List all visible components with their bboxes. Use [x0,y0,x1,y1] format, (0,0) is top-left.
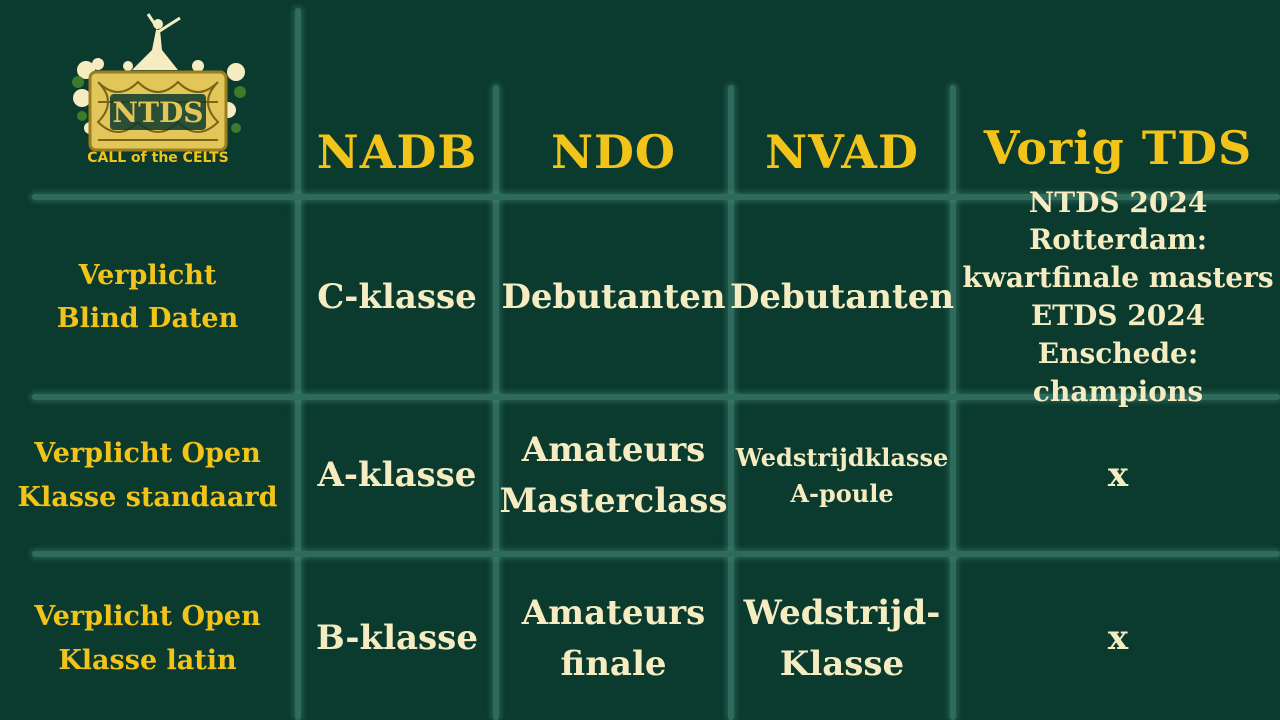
cell-text: A-poule [790,478,894,508]
header-nadb: NADB [301,110,493,194]
cell-r3-vorig-tds: x [956,557,1280,720]
header-ndo: NDO [499,110,728,194]
cell-text: Masterclass [499,480,728,521]
cell-text: Amateurs [521,592,706,633]
logo-caption: CALL of the CELTS [87,150,229,166]
cell-text: NTDS 2024 Rotterdam: [1028,185,1208,257]
cell-text: B-klasse [316,618,478,658]
cell-r2-nadb: A-klasse [301,400,493,551]
cell-text: Debutanten [729,276,955,317]
cell-text: x [1107,618,1129,658]
cell-r2-nvad: Wedstrijdklasse A-poule [734,400,950,551]
cell-text: x [1107,455,1129,495]
cell-text: finale [560,643,667,684]
cell-r2-ndo: Amateurs Masterclass [499,400,728,551]
header-label: Vorig TDS [983,121,1253,175]
cell-r1-vorig-tds: NTDS 2024 Rotterdam: kwartfinale masters… [956,186,1280,408]
cell-text: A-klasse [317,455,477,495]
cell-r1-ndo: Debutanten [499,200,728,394]
cell-r3-nadb: B-klasse [301,557,493,720]
cell-r1-nvad: Debutanten [730,200,954,394]
row-label-open-latin: Verplicht Open Klasse latin [0,557,295,720]
row-label-blind-daten: Verplicht Blind Daten [0,200,295,394]
cell-text: Wedstrijd- [743,592,941,633]
cell-r3-nvad: Wedstrijd- Klasse [734,557,950,720]
header-label: NDO [550,125,676,179]
row-label-line: Blind Daten [56,303,239,334]
cell-text: kwartfinale masters [962,261,1274,295]
cell-r3-ndo: Amateurs finale [499,557,728,720]
header-vorig-tds: Vorig TDS [956,106,1280,190]
row-label-line: Verplicht [78,259,217,291]
table-slide: NTDS CALL of the CELTS NADB NDO NVAD Vor… [0,0,1280,720]
logo-emblem-text: NTDS [113,96,204,129]
cell-r1-nadb: C-klasse [301,200,493,394]
row-label-open-standaard: Verplicht Open Klasse standaard [0,400,295,551]
row-label-line: Klasse latin [58,644,237,676]
cell-r2-vorig-tds: x [956,400,1280,551]
cell-text: Amateurs [521,429,706,470]
dancer-figure-icon [132,13,181,70]
header-label: NVAD [765,125,919,179]
header-label: NADB [316,125,478,179]
cell-text: Klasse [779,643,905,684]
cell-text: C-klasse [317,276,477,317]
header-nvad: NVAD [734,110,950,194]
cell-text: ETDS 2024 Enschede: [1030,299,1206,370]
row-label-line: Klasse standaard [17,481,278,513]
cell-text: Wedstrijdklasse [735,442,949,472]
row-label-line: Verplicht Open [34,438,261,470]
cell-text: Debutanten [501,276,726,317]
row-label-line: Verplicht Open [34,601,261,633]
